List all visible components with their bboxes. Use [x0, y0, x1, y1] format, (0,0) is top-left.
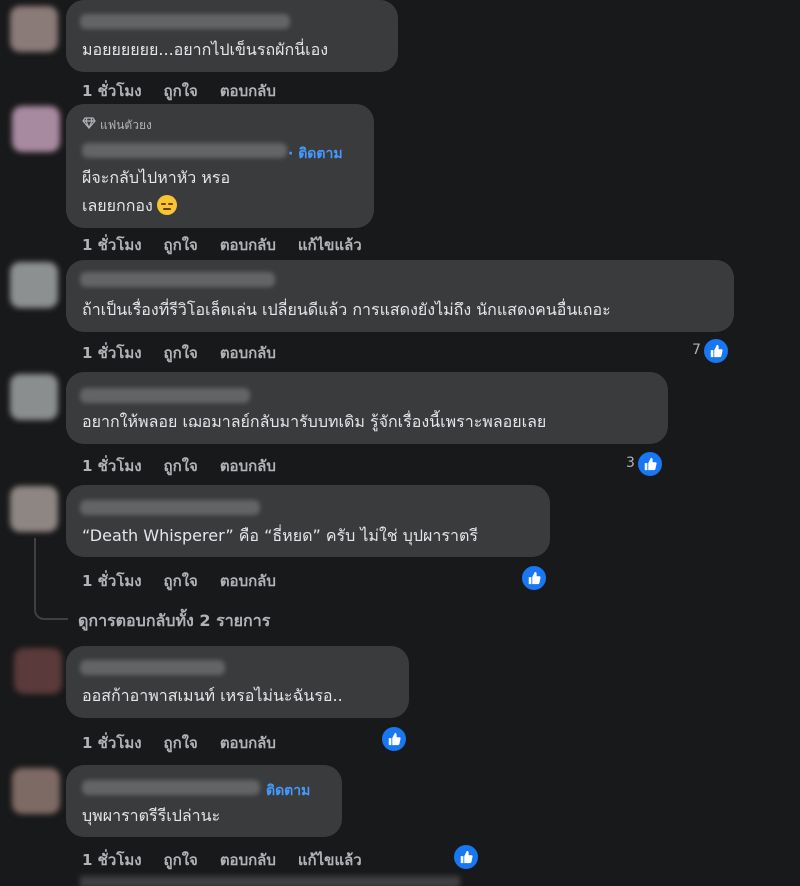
avatar[interactable]	[14, 648, 62, 694]
comment-text: ถ้าเป็นเรื่องที่รีวิโอเล็ตเล่น เปลี่ยนดี…	[82, 300, 611, 319]
timestamp-link[interactable]: 1 ชั่วโมง	[82, 731, 142, 755]
comment-text-line-2: เลยยกกอง	[82, 192, 177, 220]
top-fan-badge: แฟนตัวยง	[82, 116, 152, 135]
comment-feed: มอยยยยยย...อยากไปเข็นรถผักนี่เอง 1 ชั่วโ…	[0, 0, 800, 886]
comment-actions: 1 ชั่วโมง ถูกใจ ตอบกลับ	[82, 454, 276, 478]
commenter-name-redacted[interactable]	[80, 660, 225, 675]
next-comment-cutoff	[80, 876, 460, 886]
reply-button[interactable]: ตอบกลับ	[220, 848, 276, 872]
avatar[interactable]	[12, 106, 60, 152]
comment-text: มอยยยยยย...อยากไปเข็นรถผักนี่เอง	[82, 40, 329, 59]
commenter-name-redacted[interactable]	[80, 500, 260, 515]
view-replies-link[interactable]: ดูการตอบกลับทั้ง 2 รายการ	[78, 609, 270, 634]
like-icon[interactable]	[380, 725, 408, 753]
comment-actions: 1 ชั่วโมง ถูกใจ ตอบกลับ แก้ไขแล้ว	[82, 233, 362, 257]
like-icon[interactable]	[702, 337, 730, 365]
reply-thread-line	[34, 538, 68, 620]
comment-text: ออสก้าอาพาสเมนท์ เหรอไม่นะฉันรอ..	[82, 686, 343, 705]
timestamp-link[interactable]: 1 ชั่วโมง	[82, 848, 142, 872]
reply-button[interactable]: ตอบกลับ	[220, 341, 276, 365]
commenter-name-redacted[interactable]	[82, 780, 260, 795]
comment-text: “Death Whisperer” คือ “ธี่หยด” ครับ ไม่ใ…	[82, 526, 478, 545]
like-button[interactable]: ถูกใจ	[164, 569, 198, 593]
comment-actions: 1 ชั่วโมง ถูกใจ ตอบกลับ แก้ไขแล้ว	[82, 848, 362, 872]
commenter-name-redacted[interactable]	[82, 143, 287, 158]
reaction-count[interactable]: 7	[692, 342, 701, 358]
reply-button[interactable]: ตอบกลับ	[220, 454, 276, 478]
reply-button[interactable]: ตอบกลับ	[220, 79, 276, 103]
like-button[interactable]: ถูกใจ	[164, 731, 198, 755]
comment-actions: 1 ชั่วโมง ถูกใจ ตอบกลับ	[82, 731, 276, 755]
timestamp-link[interactable]: 1 ชั่วโมง	[82, 454, 142, 478]
commenter-name-redacted[interactable]	[80, 272, 275, 287]
timestamp-link[interactable]: 1 ชั่วโมง	[82, 569, 142, 593]
reply-button[interactable]: ตอบกลับ	[220, 731, 276, 755]
like-icon[interactable]	[452, 843, 480, 871]
comment-actions: 1 ชั่วโมง ถูกใจ ตอบกลับ	[82, 341, 276, 365]
follow-link[interactable]: · ติดตาม	[288, 143, 343, 165]
comment-actions: 1 ชั่วโมง ถูกใจ ตอบกลับ	[82, 569, 276, 593]
avatar[interactable]	[10, 486, 58, 532]
comment-text-line-1: ผีจะกลับไปหาหัว หรอ	[82, 168, 231, 187]
comment-actions: 1 ชั่วโมง ถูกใจ ตอบกลับ	[82, 79, 276, 103]
grimace-emoji-icon	[156, 195, 177, 215]
like-icon[interactable]	[520, 564, 548, 592]
edited-label[interactable]: แก้ไขแล้ว	[298, 233, 362, 257]
like-button[interactable]: ถูกใจ	[164, 341, 198, 365]
reaction-count[interactable]: 3	[626, 455, 635, 471]
reply-button[interactable]: ตอบกลับ	[220, 233, 276, 257]
follow-link[interactable]: ติดตาม	[266, 780, 310, 802]
reply-button[interactable]: ตอบกลับ	[220, 569, 276, 593]
avatar[interactable]	[10, 262, 58, 308]
diamond-icon	[82, 117, 96, 132]
comment-text: บุพผาราตรีรีเปล่านะ	[82, 806, 221, 825]
avatar[interactable]	[10, 6, 58, 52]
edited-label[interactable]: แก้ไขแล้ว	[298, 848, 362, 872]
like-icon[interactable]	[636, 450, 664, 478]
commenter-name-redacted[interactable]	[80, 14, 290, 29]
avatar[interactable]	[12, 768, 60, 814]
like-button[interactable]: ถูกใจ	[164, 848, 198, 872]
badge-label: แฟนตัวยง	[100, 118, 152, 132]
timestamp-link[interactable]: 1 ชั่วโมง	[82, 233, 142, 257]
avatar[interactable]	[10, 374, 58, 420]
like-button[interactable]: ถูกใจ	[164, 233, 198, 257]
comment-text: เลยยกกอง	[82, 196, 153, 215]
like-button[interactable]: ถูกใจ	[164, 454, 198, 478]
timestamp-link[interactable]: 1 ชั่วโมง	[82, 79, 142, 103]
like-button[interactable]: ถูกใจ	[164, 79, 198, 103]
timestamp-link[interactable]: 1 ชั่วโมง	[82, 341, 142, 365]
comment-text: อยากให้พลอย เฌอมาลย์กลับมารับบทเดิม รู้จ…	[82, 412, 547, 431]
commenter-name-redacted[interactable]	[80, 388, 250, 403]
